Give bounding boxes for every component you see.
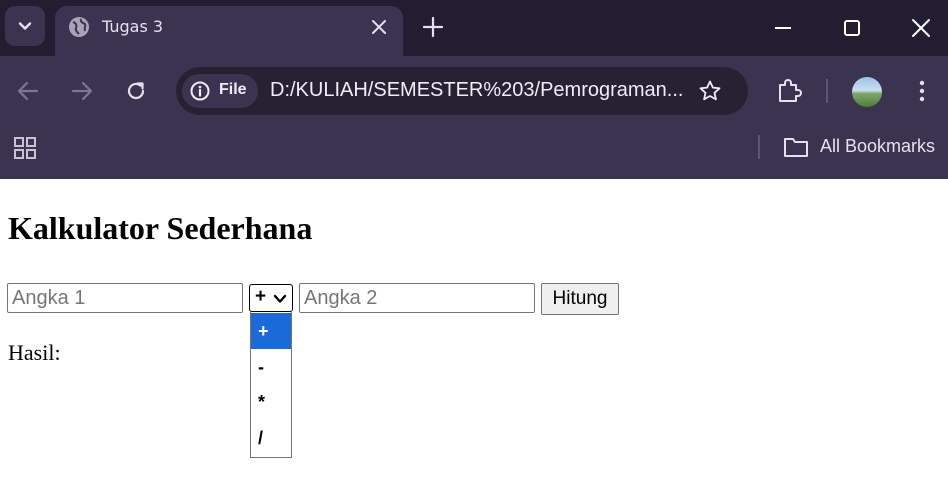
- url-text[interactable]: D:/KULIAH/SEMESTER%203/Pemrograman...: [270, 79, 683, 102]
- all-bookmarks-link[interactable]: All Bookmarks: [820, 136, 935, 157]
- active-tab[interactable]: Tugas 3: [55, 6, 403, 56]
- minimize-icon[interactable]: [771, 16, 795, 40]
- tab-search-button[interactable]: [5, 6, 45, 46]
- tab-strip: Tugas 3: [0, 0, 948, 56]
- number1-input[interactable]: [7, 283, 243, 313]
- tab-title: Tugas 3: [102, 17, 164, 36]
- page-title: Kalkulator Sederhana: [8, 210, 313, 246]
- file-label: File: [219, 81, 247, 98]
- apps-grid-icon[interactable]: [13, 136, 37, 160]
- more-menu-icon[interactable]: [910, 79, 934, 103]
- number2-input[interactable]: [299, 283, 535, 313]
- operator-select[interactable]: +: [249, 284, 293, 312]
- operator-dropdown-list: + - * /: [250, 312, 292, 458]
- toolbar: File D:/KULIAH/SEMESTER%203/Pemrograman.…: [0, 56, 948, 122]
- bookmarks-separator: [758, 135, 760, 159]
- folder-icon[interactable]: [783, 136, 809, 158]
- new-tab-icon[interactable]: [422, 16, 444, 38]
- option-divide[interactable]: /: [251, 420, 291, 456]
- option-plus[interactable]: +: [251, 313, 291, 349]
- bookmarks-bar: All Bookmarks: [0, 122, 948, 179]
- chevron-down-icon: [273, 294, 287, 303]
- operator-selected-value: +: [255, 286, 267, 307]
- star-icon[interactable]: [698, 79, 722, 103]
- close-tab-icon[interactable]: [370, 18, 388, 36]
- forward-arrow-icon[interactable]: [69, 78, 95, 104]
- toolbar-separator: [826, 79, 828, 103]
- option-multiply[interactable]: *: [251, 384, 291, 420]
- option-minus[interactable]: -: [251, 349, 291, 385]
- back-arrow-icon[interactable]: [15, 78, 41, 104]
- profile-avatar[interactable]: [852, 77, 882, 107]
- chevron-down-icon: [18, 22, 32, 30]
- info-icon: [190, 81, 210, 101]
- globe-icon: [69, 17, 89, 37]
- reload-icon[interactable]: [123, 78, 149, 104]
- calculate-button[interactable]: Hitung: [541, 283, 619, 315]
- site-info-chip[interactable]: File: [182, 74, 258, 108]
- extensions-icon[interactable]: [775, 77, 803, 105]
- maximize-icon[interactable]: [840, 16, 864, 40]
- close-window-icon[interactable]: [909, 16, 933, 40]
- address-bar[interactable]: File D:/KULIAH/SEMESTER%203/Pemrograman.…: [176, 67, 748, 115]
- result-label: Hasil:: [8, 340, 61, 365]
